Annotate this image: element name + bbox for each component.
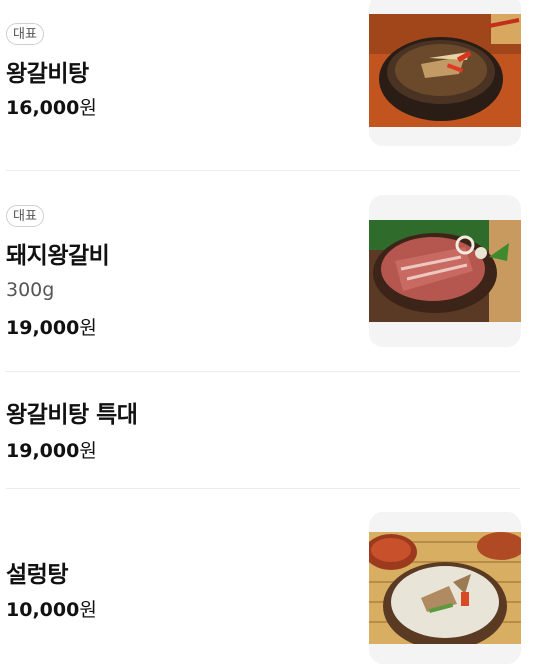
pork-galbi-photo-icon [369, 195, 521, 347]
menu-item-galbitang-large[interactable]: 왕갈비탕 특대 19,000원 [0, 372, 536, 488]
signature-badge: 대표 [6, 205, 44, 227]
price-unit: 원 [79, 97, 97, 119]
signature-badge: 대표 [6, 23, 44, 45]
menu-item-name: 돼지왕갈비 [6, 243, 110, 269]
menu-item-seolleongtang[interactable]: 설렁탕 10,000원 [0, 489, 536, 671]
price-amount: 10,000 [6, 599, 80, 621]
menu-item-image[interactable] [369, 0, 521, 146]
menu-item-name: 왕갈비탕 특대 [6, 402, 138, 428]
menu-item-image[interactable] [369, 512, 521, 664]
price-unit: 원 [79, 317, 97, 339]
galbitang-photo-icon [369, 0, 521, 146]
price-amount: 16,000 [6, 97, 80, 119]
menu-item-description: 300g [6, 279, 55, 301]
menu-item-galbitang[interactable]: 대표 왕갈비탕 16,000원 [0, 0, 536, 170]
menu-item-price: 10,000원 [6, 595, 97, 622]
price-unit: 원 [79, 440, 97, 462]
menu-item-image[interactable] [369, 195, 521, 347]
price-amount: 19,000 [6, 440, 80, 462]
menu-item-price: 19,000원 [6, 313, 97, 340]
menu-item-price: 19,000원 [6, 436, 97, 463]
menu-item-pork-galbi[interactable]: 대표 돼지왕갈비 300g 19,000원 [0, 171, 536, 371]
menu-item-name: 왕갈비탕 [6, 61, 89, 87]
menu-item-price: 16,000원 [6, 93, 97, 120]
price-amount: 19,000 [6, 317, 80, 339]
seolleongtang-photo-icon [369, 512, 521, 664]
price-unit: 원 [79, 599, 97, 621]
menu-item-name: 설렁탕 [6, 562, 68, 588]
